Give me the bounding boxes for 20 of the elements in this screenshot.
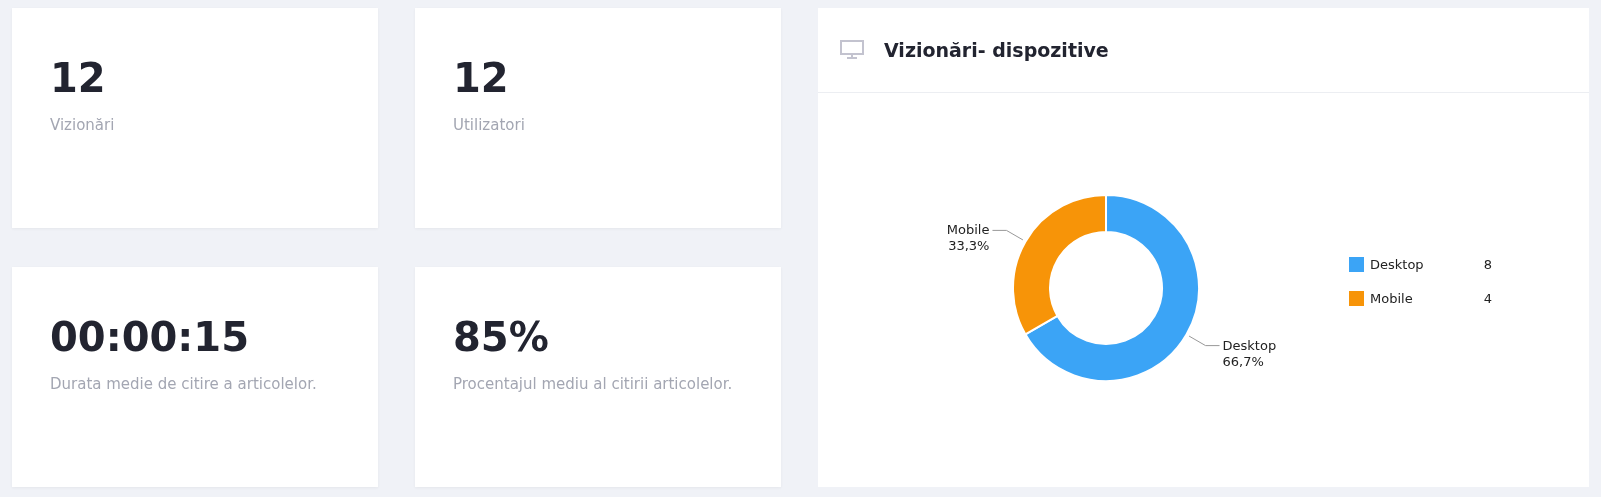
stat-label: Durata medie de citire a articolelor. [50,374,318,395]
slice-percent: 33,3% [948,238,990,254]
monitor-icon [840,40,864,60]
stat-label: Vizionări [50,115,116,136]
stat-value: 12 [453,54,509,102]
legend-label: Mobile [1370,291,1413,306]
leader-line [1188,335,1221,347]
stat-label: Procentajul mediu al citirii articolelor. [453,374,734,395]
slice-label: Desktop [1222,337,1277,353]
stat-value: 85% [453,313,549,361]
slice-label: Mobile [946,222,990,238]
legend-value: 8 [1483,257,1492,272]
panel-title: Vizionări- dispozitive [884,39,1109,61]
legend-label: Desktop [1370,257,1424,272]
slice-percent: 66,7% [1222,353,1264,369]
stat-value: 12 [50,54,106,102]
stat-value: 00:00:15 [50,313,249,361]
stat-label: Utilizatori [453,115,526,136]
legend-value: 4 [1483,291,1492,306]
leader-line [991,229,1024,241]
